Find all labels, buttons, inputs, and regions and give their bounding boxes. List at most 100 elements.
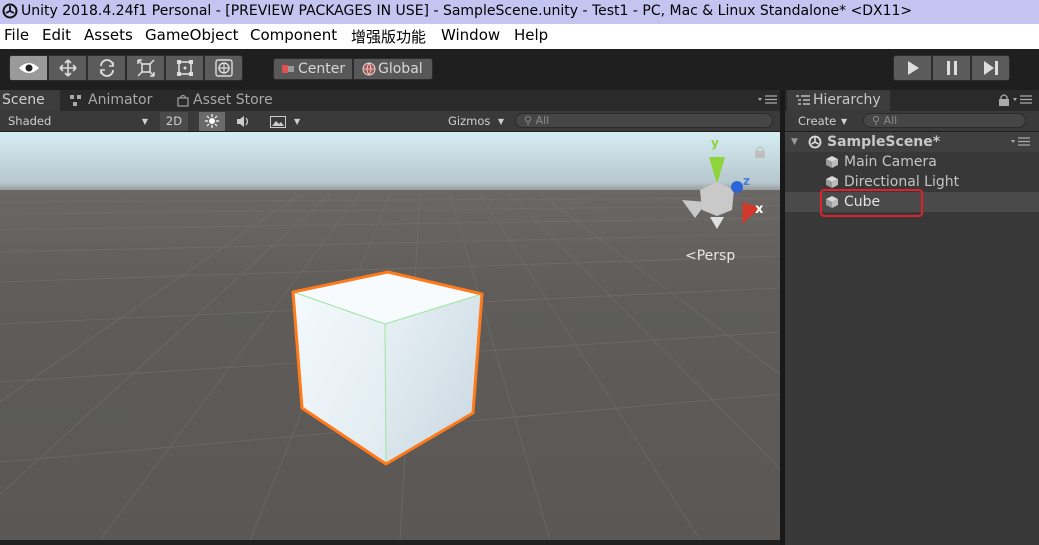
scene-search-input[interactable]: ⚲ All bbox=[515, 113, 773, 128]
speaker-icon bbox=[237, 116, 249, 127]
tab-hierarchy[interactable]: Hierarchy bbox=[787, 90, 890, 111]
hierarchy-control-bar: Create ▼ ⚲ All bbox=[785, 111, 1039, 132]
dropdown-arrow-icon: ▼ bbox=[141, 117, 148, 126]
scale-tool-icon bbox=[136, 59, 155, 77]
collapse-arrow-icon[interactable]: ▼ bbox=[791, 132, 798, 152]
menu-window[interactable]: Window bbox=[441, 26, 500, 44]
unity-logo-icon bbox=[2, 3, 18, 19]
draw-mode-dropdown[interactable]: Shaded ▼ bbox=[2, 112, 154, 131]
list-icon bbox=[796, 95, 810, 105]
pivot-rotation-toggle[interactable]: Global bbox=[353, 58, 433, 80]
window-title-bar: Unity 2018.4.24f1 Personal - [PREVIEW PA… bbox=[0, 0, 1039, 24]
gameobject-cube-icon bbox=[826, 156, 838, 168]
rotate-tool-icon bbox=[99, 59, 114, 77]
scene-bottom-strip bbox=[0, 540, 780, 545]
tab-asset-store[interactable]: Asset Store bbox=[175, 90, 295, 111]
global-globe-icon bbox=[362, 62, 376, 76]
dropdown-arrow-icon: ▼ bbox=[294, 117, 301, 126]
step-button[interactable] bbox=[971, 55, 1010, 81]
tab-hierarchy-label: Hierarchy bbox=[813, 92, 881, 108]
gizmos-label: Gizmos bbox=[448, 114, 491, 128]
dropdown-arrow-icon: ▼ bbox=[841, 117, 848, 126]
gizmos-dropdown[interactable]: Gizmos ▼ bbox=[444, 112, 508, 131]
gizmo-y-label: y bbox=[711, 136, 719, 150]
tab-animator[interactable]: Animator bbox=[66, 90, 166, 111]
scene-name: SampleScene* bbox=[827, 134, 941, 150]
menu-help[interactable]: Help bbox=[514, 26, 548, 44]
dropdown-arrow-icon: ▼ bbox=[497, 117, 504, 126]
lighting-toggle[interactable] bbox=[199, 112, 225, 131]
projection-toggle[interactable]: <Persp bbox=[685, 248, 735, 264]
move-tool-button[interactable] bbox=[48, 55, 87, 81]
play-button[interactable] bbox=[893, 55, 932, 81]
hierarchy-panel-tabs: Hierarchy bbox=[785, 90, 1039, 111]
image-icon bbox=[270, 116, 286, 128]
create-dropdown[interactable]: Create ▼ bbox=[789, 112, 851, 131]
2d-toggle-label: 2D bbox=[165, 114, 183, 128]
projection-icon: < bbox=[685, 248, 697, 264]
scene-menu-icon[interactable] bbox=[1011, 137, 1031, 147]
scale-tool-button[interactable] bbox=[126, 55, 165, 81]
view-tool-icon bbox=[18, 63, 39, 73]
pivot-mode-label: Center bbox=[298, 61, 346, 77]
scene-search-placeholder: All bbox=[535, 114, 550, 127]
transform-tool-icon bbox=[214, 59, 233, 77]
menu-file[interactable]: File bbox=[4, 26, 29, 44]
lock-icon[interactable] bbox=[754, 146, 766, 158]
step-icon bbox=[983, 61, 998, 75]
hierarchy-search-placeholder: All bbox=[883, 114, 898, 127]
search-icon: ⚲ bbox=[524, 114, 533, 127]
transform-tools bbox=[9, 55, 243, 81]
main-toolbar: Center Global bbox=[0, 49, 1039, 90]
scene-panel-tabs: Scene Animator Asset Store bbox=[0, 90, 780, 111]
audio-toggle[interactable] bbox=[230, 112, 258, 131]
move-tool-icon bbox=[58, 59, 77, 77]
sun-icon bbox=[205, 114, 219, 128]
hierarchy-lock-icon[interactable] bbox=[998, 94, 1010, 106]
menu-enhanced-features[interactable]: 增强版功能 bbox=[351, 26, 426, 47]
gizmo-x-label: x bbox=[755, 202, 764, 217]
scene-root-row[interactable]: ▼ SampleScene* bbox=[785, 132, 1039, 152]
pause-button[interactable] bbox=[932, 55, 971, 81]
panel-menu-icon[interactable] bbox=[758, 95, 778, 105]
rect-tool-icon bbox=[176, 60, 193, 76]
scene-control-bar: Shaded ▼ 2D ▼ Gizmos ▼ ⚲ All bbox=[0, 111, 780, 132]
rotate-tool-button[interactable] bbox=[87, 55, 126, 81]
sky bbox=[0, 132, 780, 192]
menu-assets[interactable]: Assets bbox=[84, 26, 133, 44]
hierarchy-search-input[interactable]: ⚲ All bbox=[863, 113, 1026, 128]
menu-component[interactable]: Component bbox=[250, 26, 337, 44]
animator-icon bbox=[70, 95, 81, 106]
menu-edit[interactable]: Edit bbox=[42, 26, 71, 44]
window-title: Unity 2018.4.24f1 Personal - [PREVIEW PA… bbox=[21, 3, 913, 19]
hierarchy-item-main-camera[interactable]: Main Camera bbox=[785, 152, 1039, 172]
pivot-mode-toggle[interactable]: Center bbox=[273, 58, 353, 80]
transform-tool-button[interactable] bbox=[204, 55, 243, 81]
pivot-rotation-label: Global bbox=[378, 61, 423, 77]
tab-animator-label: Animator bbox=[88, 92, 153, 108]
tab-scene[interactable]: Scene bbox=[0, 90, 60, 111]
scene-render bbox=[0, 132, 780, 540]
scene-viewport[interactable]: y z x <Persp bbox=[0, 132, 780, 540]
menu-bar: File Edit Assets GameObject Component 增强… bbox=[0, 24, 1039, 49]
projection-label: Persp bbox=[696, 248, 736, 264]
create-label: Create bbox=[798, 114, 837, 128]
center-pivot-icon bbox=[282, 65, 294, 73]
tab-asset-store-label: Asset Store bbox=[193, 92, 273, 108]
hierarchy-item-cube[interactable]: Cube bbox=[785, 189, 1039, 217]
draw-mode-label: Shaded bbox=[8, 114, 52, 128]
menu-gameobject[interactable]: GameObject bbox=[145, 26, 239, 44]
view-tool-button[interactable] bbox=[9, 55, 48, 81]
gameobject-cube-icon bbox=[826, 176, 838, 188]
rect-tool-button[interactable] bbox=[165, 55, 204, 81]
hierarchy-menu-icon[interactable] bbox=[1013, 95, 1033, 105]
highlight-box bbox=[820, 189, 923, 217]
effects-dropdown[interactable]: ▼ bbox=[264, 112, 306, 131]
hierarchy-list: ▼ SampleScene* Main Camera Directional L… bbox=[785, 132, 1039, 545]
pause-icon bbox=[946, 61, 957, 75]
gizmo-z-label: z bbox=[743, 174, 750, 188]
2d-toggle[interactable]: 2D bbox=[160, 112, 188, 131]
play-icon bbox=[907, 61, 919, 75]
hierarchy-item-label: Main Camera bbox=[844, 154, 937, 170]
unity-scene-icon bbox=[808, 135, 822, 149]
